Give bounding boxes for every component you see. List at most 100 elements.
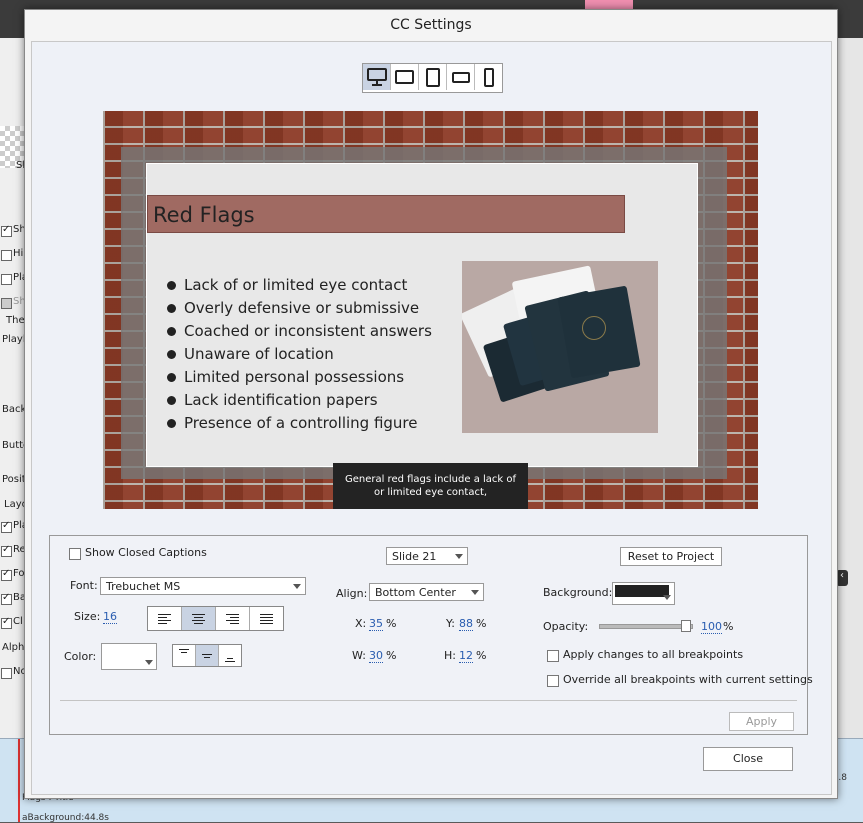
align-justify-icon — [260, 613, 273, 624]
font-select-value: Trebuchet MS — [106, 580, 181, 593]
bullet-list: Lack of or limited eye contact Overly de… — [167, 274, 432, 435]
background-right-panel: ‹ — [836, 38, 863, 738]
breakpoint-switcher — [362, 63, 503, 93]
w-label: W: — [352, 649, 366, 662]
bullet-item: Coached or inconsistent answers — [167, 320, 432, 343]
reset-to-project-button[interactable]: Reset to Project — [620, 547, 722, 566]
background-color-picker[interactable] — [612, 582, 675, 605]
x-value[interactable]: 35 — [369, 617, 383, 631]
bg-fragment: Back — [2, 404, 27, 415]
align-left-icon — [158, 613, 171, 624]
chevron-down-icon — [663, 595, 671, 600]
desktop-breakpoint-button[interactable] — [363, 64, 391, 90]
phone-landscape-icon — [451, 71, 470, 83]
tablet-landscape-breakpoint-button[interactable] — [391, 64, 419, 90]
y-value[interactable]: 88 — [459, 617, 473, 631]
background-label: Background: — [543, 586, 613, 599]
bg-fragment: Cl — [13, 616, 23, 627]
text-align-group — [147, 606, 284, 631]
bg-fragment: Playl — [2, 334, 26, 345]
slide-preview: Red Flags Lack of or limited eye contact… — [103, 111, 758, 509]
h-value[interactable]: 12 — [459, 649, 473, 663]
caption-settings-panel: Show Closed Captions Slide 21 Reset to P… — [49, 535, 813, 735]
phone-portrait-breakpoint-button[interactable] — [475, 64, 502, 90]
dialog-title: CC Settings — [390, 17, 472, 33]
valign-top-button[interactable] — [173, 645, 196, 666]
phone-landscape-breakpoint-button[interactable] — [447, 64, 475, 90]
align-select-value: Bottom Center — [375, 586, 456, 599]
show-cc-checkbox[interactable] — [69, 548, 81, 560]
apply-all-breakpoints-checkbox[interactable] — [547, 650, 559, 662]
bg-fragment: Hi — [13, 248, 24, 259]
opacity-label: Opacity: — [543, 620, 589, 633]
apply-all-breakpoints-label: Apply changes to all breakpoints — [563, 648, 744, 661]
bg-checkbox — [1, 544, 12, 557]
bg-checkbox — [1, 224, 12, 237]
opacity-slider[interactable] — [599, 624, 693, 629]
opacity-value[interactable]: 100 — [701, 620, 722, 634]
slide-title: Red Flags — [147, 195, 625, 233]
w-unit: % — [386, 649, 397, 662]
align-right-button[interactable] — [216, 607, 250, 630]
override-all-breakpoints-checkbox[interactable] — [547, 675, 559, 687]
align-justify-button[interactable] — [250, 607, 283, 630]
x-unit: % — [386, 617, 397, 630]
bg-checkbox — [1, 250, 12, 261]
slide-select[interactable]: Slide 21 — [386, 547, 468, 565]
align-center-button[interactable] — [182, 607, 216, 630]
tablet-landscape-icon — [395, 70, 414, 84]
bullet-item: Presence of a controlling figure — [167, 412, 432, 435]
cc-settings-dialog: CC Settings Red Flags Lack of or limited… — [24, 9, 838, 799]
show-cc-label: Show Closed Captions — [85, 546, 207, 559]
chevron-down-icon — [145, 660, 153, 665]
size-label: Size: — [74, 610, 101, 623]
font-select[interactable]: Trebuchet MS — [100, 577, 306, 595]
slide-select-value: Slide 21 — [392, 550, 437, 563]
bg-fragment: The — [6, 315, 25, 326]
h-label: H: — [444, 649, 456, 662]
align-label: Align: — [336, 587, 368, 600]
opacity-unit: % — [723, 620, 734, 633]
closed-caption-box: General red flags include a lack of or l… — [333, 463, 528, 509]
align-select[interactable]: Bottom Center — [369, 583, 484, 601]
valign-bottom-button[interactable] — [219, 645, 241, 666]
align-right-icon — [226, 613, 239, 624]
bg-checkbox — [1, 298, 12, 309]
bullet-item: Lack of or limited eye contact — [167, 274, 432, 297]
override-all-breakpoints-label: Override all breakpoints with current se… — [563, 673, 813, 686]
size-value[interactable]: 16 — [103, 610, 117, 624]
apply-button[interactable]: Apply — [729, 712, 794, 731]
phone-portrait-icon — [483, 67, 494, 87]
dialog-body: Red Flags Lack of or limited eye contact… — [31, 41, 832, 795]
valign-middle-button[interactable] — [196, 645, 219, 666]
align-left-button[interactable] — [148, 607, 182, 630]
bg-checkbox — [1, 520, 12, 533]
y-unit: % — [476, 617, 487, 630]
color-label: Color: — [64, 650, 97, 663]
chevron-down-icon — [455, 554, 463, 559]
h-unit: % — [476, 649, 487, 662]
chevron-down-icon — [293, 584, 301, 589]
timeline-track-label: aBackground:44.8s — [22, 813, 109, 823]
bg-checkbox — [1, 568, 12, 581]
background-properties-panel: Sl Sh Hi Pla Sh The Playl Back Butto Pos… — [0, 38, 30, 738]
desktop-icon — [366, 68, 387, 86]
bg-checkbox — [1, 274, 12, 285]
bg-checkbox — [1, 668, 12, 679]
chevron-down-icon — [471, 590, 479, 595]
bg-checkbox — [1, 592, 12, 605]
opacity-slider-thumb[interactable] — [681, 620, 691, 632]
bg-fragment: Fo — [13, 568, 25, 579]
close-button[interactable]: Close — [703, 747, 793, 771]
bullet-item: Overly defensive or submissive — [167, 297, 432, 320]
background-color-fill — [615, 585, 669, 597]
bullet-item: Limited personal possessions — [167, 366, 432, 389]
text-color-picker[interactable] — [101, 643, 157, 670]
tablet-portrait-breakpoint-button[interactable] — [419, 64, 447, 90]
bg-checkbox — [1, 616, 12, 629]
bullet-item: Unaware of location — [167, 343, 432, 366]
w-value[interactable]: 30 — [369, 649, 383, 663]
x-label: X: — [355, 617, 367, 630]
bullet-item: Lack identification papers — [167, 389, 432, 412]
y-label: Y: — [446, 617, 455, 630]
